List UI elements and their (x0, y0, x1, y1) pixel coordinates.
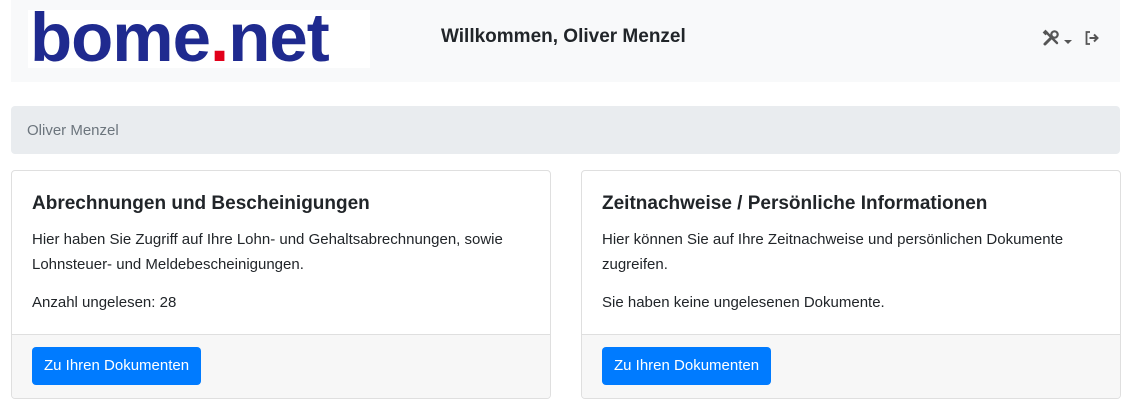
unread-status: Sie haben keine ungelesenen Dokumente. (602, 294, 885, 311)
brand-logo[interactable]: bome.net (28, 3, 370, 72)
card-body: Zeitnachweise / Persönliche Informatione… (582, 171, 1120, 336)
sign-out-icon (1084, 30, 1100, 51)
card-footer: Zu Ihren Dokumenten (582, 334, 1120, 398)
card-abrechnungen: Abrechnungen und Bescheinigungen Hier ha… (11, 170, 551, 399)
card-text: Hier können Sie auf Ihre Zeitnachweise u… (602, 231, 1064, 273)
logout-button[interactable] (1084, 30, 1100, 51)
card-body: Abrechnungen und Bescheinigungen Hier ha… (12, 171, 550, 336)
documents-button[interactable]: Zu Ihren Dokumenten (32, 347, 202, 385)
card-title: Abrechnungen und Bescheinigungen (32, 193, 370, 214)
welcome-message: Willkommen, Oliver Menzel (441, 26, 686, 47)
navbar: bome.net Willkommen, Oliver Menzel (11, 0, 1120, 82)
card-text: Hier haben Sie Zugriff auf Ihre Lohn- un… (32, 231, 503, 273)
card-footer: Zu Ihren Dokumenten (12, 334, 550, 398)
logo-text: bome.net (30, 0, 330, 76)
breadcrumb-item-user: Oliver Menzel (27, 121, 119, 139)
tools-icon (1042, 29, 1060, 52)
card-zeitnachweise: Zeitnachweise / Persönliche Informatione… (581, 170, 1121, 399)
card-title: Zeitnachweise / Persönliche Informatione… (602, 193, 988, 214)
navbar-icons (1042, 29, 1100, 52)
breadcrumb: Oliver Menzel (11, 106, 1120, 154)
unread-count: Anzahl ungelesen: 28 (32, 294, 177, 311)
tools-dropdown-toggle[interactable] (1042, 29, 1072, 52)
documents-button[interactable]: Zu Ihren Dokumenten (602, 347, 772, 385)
chevron-down-icon (1064, 39, 1072, 44)
